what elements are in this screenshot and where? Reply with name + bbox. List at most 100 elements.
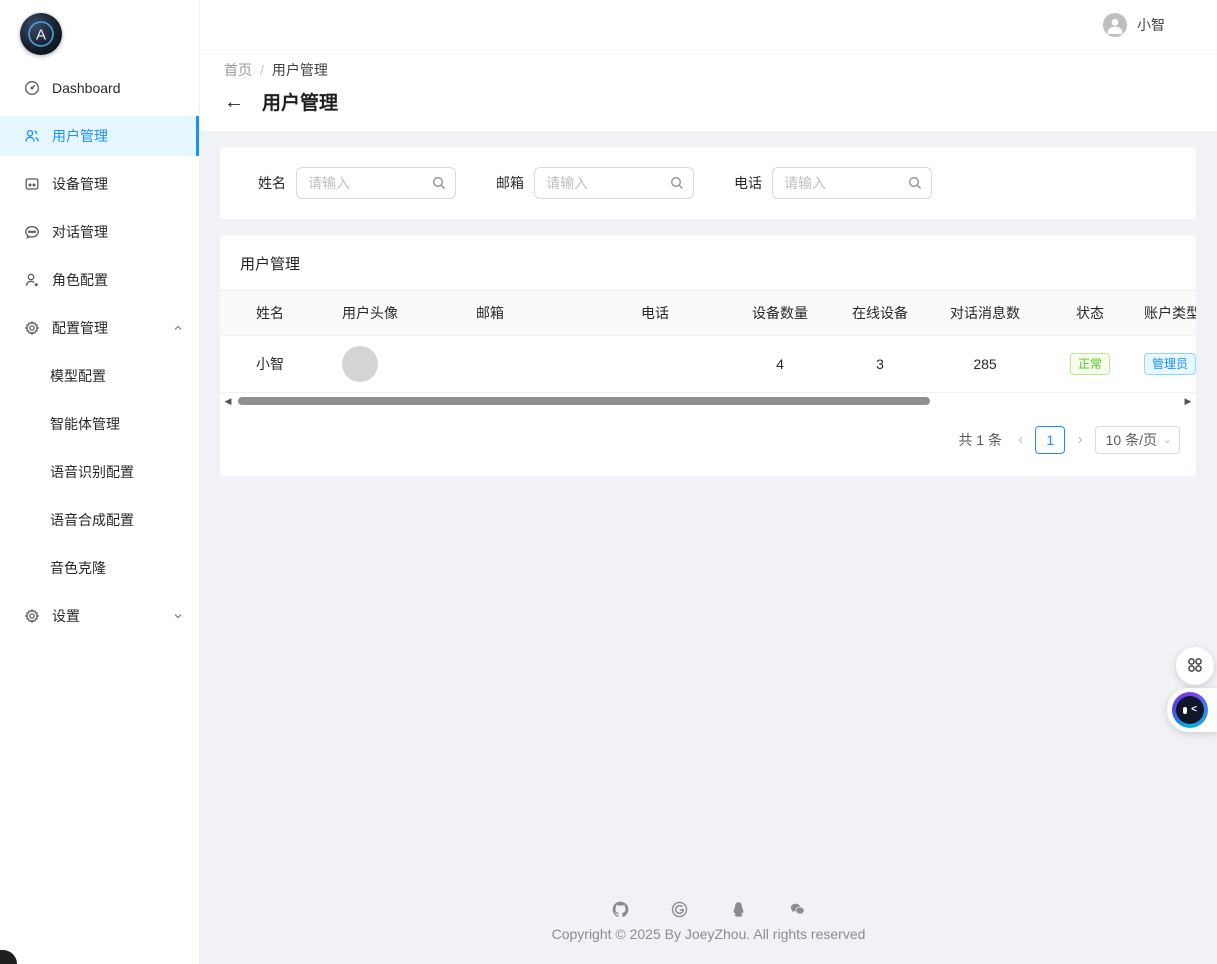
cell-email xyxy=(476,336,641,392)
scrollbar-thumb[interactable] xyxy=(238,397,930,405)
users-icon xyxy=(24,128,40,144)
sidebar-nav: Dashboard 用户管理 设备管理 xyxy=(0,68,199,636)
cell-avatar xyxy=(330,336,476,392)
scrollbar-track[interactable] xyxy=(234,396,1182,406)
gear-icon xyxy=(24,608,40,624)
sidebar-item-device-management[interactable]: 设备管理 xyxy=(0,164,199,204)
scroll-left-icon[interactable]: ◀ xyxy=(222,394,234,408)
row-avatar-icon xyxy=(342,346,378,382)
page-header: 首页 / 用户管理 ← 用户管理 xyxy=(200,50,1217,131)
sidebar-item-dashboard[interactable]: Dashboard xyxy=(0,68,199,108)
sidebar-item-role-config[interactable]: 角色配置 xyxy=(0,260,199,300)
filter-phone-label: 电话 xyxy=(734,173,762,193)
column-header-phone: 电话 xyxy=(641,291,730,335)
pagination-page-1[interactable]: 1 xyxy=(1035,426,1065,454)
chevron-up-icon xyxy=(173,323,183,333)
sidebar-subitem-label: 语音识别配置 xyxy=(50,462,134,482)
gear-icon xyxy=(24,320,40,336)
sidebar-item-label: 配置管理 xyxy=(52,318,108,338)
account-type-badge: 管理员 xyxy=(1144,353,1196,375)
chevron-down-icon: ⌄ xyxy=(1163,427,1172,453)
pagination-prev-icon[interactable]: ‹ xyxy=(1014,427,1027,453)
qq-icon[interactable] xyxy=(730,901,747,918)
sidebar-item-agent-management[interactable]: 智能体管理 xyxy=(0,404,199,444)
scroll-right-icon[interactable]: ▶ xyxy=(1182,394,1194,408)
breadcrumb-separator: / xyxy=(260,62,264,78)
apps-grid-icon xyxy=(1186,656,1204,677)
content: 姓名 邮箱 xyxy=(200,131,1217,476)
column-header-avatar: 用户头像 xyxy=(330,291,476,335)
cell-online-devices: 3 xyxy=(830,336,930,392)
logo-container[interactable]: A xyxy=(0,0,199,68)
column-header-online-devices: 在线设备 xyxy=(830,291,930,335)
sidebar-item-label: 设备管理 xyxy=(52,174,108,194)
column-header-device-count: 设备数量 xyxy=(730,291,830,335)
sidebar-item-label: 设置 xyxy=(52,606,80,626)
page-footer: Copyright © 2025 By JoeyZhou. All rights… xyxy=(200,901,1217,942)
back-arrow-icon[interactable]: ← xyxy=(224,92,244,112)
table-row[interactable]: 小智 4 3 285 正常 管理员 xyxy=(220,336,1196,393)
username-label: 小智 xyxy=(1137,15,1165,35)
device-icon xyxy=(24,176,40,192)
app-logo-icon: A xyxy=(20,13,62,55)
sidebar-subitem-label: 智能体管理 xyxy=(50,414,120,434)
sidebar: A Dashboard 用户管理 xyxy=(0,0,200,964)
ai-assistant-button[interactable]: < xyxy=(1167,688,1217,732)
cell-message-count: 285 xyxy=(930,336,1040,392)
dashboard-icon xyxy=(24,80,40,96)
sidebar-item-tts-config[interactable]: 语音合成配置 xyxy=(0,500,199,540)
filter-email: 邮箱 xyxy=(496,167,694,199)
table-scroll-container: 姓名 用户头像 邮箱 电话 设备数量 在线设备 对话消息数 状态 账户类型 小智 xyxy=(220,290,1196,393)
sidebar-item-user-management[interactable]: 用户管理 xyxy=(0,116,199,156)
column-header-email: 邮箱 xyxy=(476,291,641,335)
column-header-account-type: 账户类型 xyxy=(1140,291,1196,335)
gitee-icon[interactable] xyxy=(671,901,688,918)
user-menu[interactable]: 小智 xyxy=(1103,13,1165,37)
filter-phone: 电话 xyxy=(734,167,932,199)
user-add-icon xyxy=(24,272,40,288)
name-search-input[interactable] xyxy=(296,167,456,199)
app-root: A Dashboard 用户管理 xyxy=(0,0,1217,964)
email-search-input[interactable] xyxy=(534,167,694,199)
sidebar-item-settings[interactable]: 设置 xyxy=(0,596,199,636)
filter-card: 姓名 邮箱 xyxy=(220,147,1196,219)
page-size-select[interactable]: 10 条/页 ⌄ xyxy=(1095,426,1180,454)
cell-phone xyxy=(641,336,730,392)
github-icon[interactable] xyxy=(612,901,629,918)
pagination-next-icon[interactable]: › xyxy=(1073,427,1086,453)
phone-search-input[interactable] xyxy=(772,167,932,199)
float-apps-button[interactable] xyxy=(1176,647,1214,685)
sidebar-item-label: 对话管理 xyxy=(52,222,108,242)
column-header-status: 状态 xyxy=(1040,291,1140,335)
horizontal-scrollbar: ◀ ▶ xyxy=(222,394,1194,408)
sidebar-subitem-label: 模型配置 xyxy=(50,366,106,386)
sidebar-item-chat-management[interactable]: 对话管理 xyxy=(0,212,199,252)
cell-account-type: 管理员 xyxy=(1140,336,1196,392)
top-header: 小智 xyxy=(200,0,1217,50)
wechat-icon[interactable] xyxy=(789,901,806,918)
sidebar-item-voice-clone[interactable]: 音色克隆 xyxy=(0,548,199,588)
filter-email-label: 邮箱 xyxy=(496,173,524,193)
copyright-text: Copyright © 2025 By JoeyZhou. All rights… xyxy=(200,926,1217,942)
robot-face-icon: < xyxy=(1172,692,1208,728)
column-header-name: 姓名 xyxy=(220,291,330,335)
sidebar-subitem-label: 语音合成配置 xyxy=(50,510,134,530)
table-header-row: 姓名 用户头像 邮箱 电话 设备数量 在线设备 对话消息数 状态 账户类型 xyxy=(220,290,1196,336)
main-area: 小智 首页 / 用户管理 ← 用户管理 姓名 xyxy=(200,0,1217,964)
status-badge: 正常 xyxy=(1070,353,1110,375)
breadcrumb-home[interactable]: 首页 xyxy=(224,60,252,80)
chevron-down-icon xyxy=(173,611,183,621)
table-card-title: 用户管理 xyxy=(220,235,1196,290)
user-avatar-icon xyxy=(1103,13,1127,37)
sidebar-item-config-management[interactable]: 配置管理 xyxy=(0,308,199,348)
pagination-total: 共 1 条 xyxy=(958,430,1002,450)
column-header-message-count: 对话消息数 xyxy=(930,291,1040,335)
sidebar-item-label: 角色配置 xyxy=(52,270,108,290)
breadcrumb-current: 用户管理 xyxy=(272,60,328,80)
sidebar-item-label: 用户管理 xyxy=(52,126,108,146)
cell-name: 小智 xyxy=(220,336,330,392)
page-size-value: 10 条/页 xyxy=(1106,432,1157,448)
sidebar-item-asr-config[interactable]: 语音识别配置 xyxy=(0,452,199,492)
user-table-card: 用户管理 姓名 用户头像 邮箱 电话 设备数量 在线设备 对话消息数 状态 账户… xyxy=(220,235,1196,476)
sidebar-item-model-config[interactable]: 模型配置 xyxy=(0,356,199,396)
